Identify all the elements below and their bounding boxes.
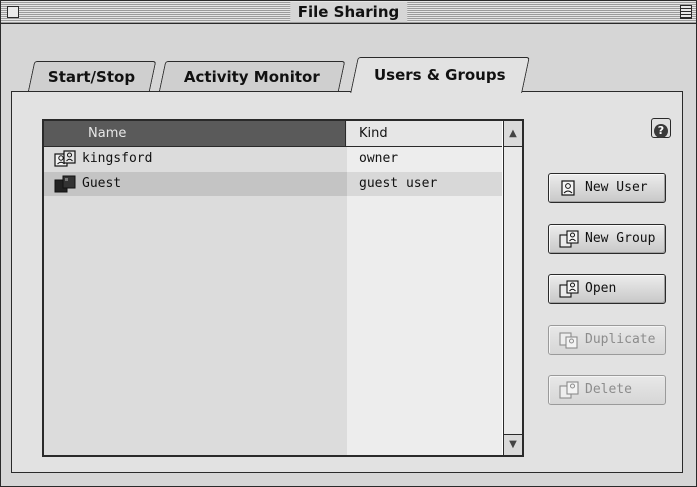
user-name: kingsford xyxy=(82,151,153,166)
new-group-button[interactable]: New Group xyxy=(548,224,666,254)
help-icon: ? xyxy=(654,124,668,138)
help-button[interactable]: ? xyxy=(651,118,671,138)
button-label: Duplicate xyxy=(585,332,656,347)
duplicate-icon xyxy=(559,332,578,349)
new-user-button[interactable]: New User xyxy=(548,173,666,203)
button-label: Delete xyxy=(585,382,632,397)
delete-button[interactable]: Delete xyxy=(548,375,666,405)
column-header-name[interactable]: Name xyxy=(44,121,346,146)
delete-icon xyxy=(559,381,579,399)
scroll-up-arrow-icon[interactable]: ▲ xyxy=(504,121,522,147)
tab-start-stop[interactable]: Start/Stop xyxy=(27,61,157,92)
open-icon xyxy=(559,280,579,298)
file-sharing-window: File Sharing Start/Stop Activity Monitor… xyxy=(0,0,697,487)
kind-cell: guest user xyxy=(347,172,502,196)
new-group-icon xyxy=(559,230,579,248)
duplicate-button[interactable]: Duplicate xyxy=(548,325,666,355)
button-label: Open xyxy=(585,281,617,296)
tab-label: Start/Stop xyxy=(48,68,136,86)
list-row-guest[interactable]: Guest guest user xyxy=(44,172,502,196)
tab-label: Activity Monitor xyxy=(183,68,320,86)
users-groups-panel: Name Kind kingsford owner Guest guest us… xyxy=(11,91,683,473)
tab-users-groups[interactable]: Users & Groups xyxy=(350,57,530,93)
users-list[interactable]: Name Kind kingsford owner Guest guest us… xyxy=(42,119,524,457)
list-header: Name Kind xyxy=(44,121,502,147)
window-title: File Sharing xyxy=(289,2,408,22)
new-user-icon xyxy=(561,180,575,196)
column-header-kind[interactable]: Kind xyxy=(347,121,502,146)
scroll-down-arrow-icon[interactable]: ▼ xyxy=(504,434,522,455)
button-label: New Group xyxy=(585,231,656,246)
guest-user-icon xyxy=(54,175,76,193)
close-box[interactable] xyxy=(7,6,19,18)
user-name: Guest xyxy=(82,176,122,191)
vertical-scrollbar[interactable]: ▲ ▼ xyxy=(503,121,522,455)
tab-activity-monitor[interactable]: Activity Monitor xyxy=(158,61,346,92)
title-bar[interactable]: File Sharing xyxy=(1,1,696,24)
open-button[interactable]: Open xyxy=(548,274,666,304)
collapse-box[interactable] xyxy=(680,5,692,19)
name-cell: kingsford xyxy=(44,147,347,171)
name-cell: Guest xyxy=(44,172,347,196)
kind-cell: owner xyxy=(359,151,399,166)
list-row-kingsford[interactable]: kingsford owner xyxy=(44,147,502,171)
owner-user-icon xyxy=(54,150,76,167)
tab-label: Users & Groups xyxy=(374,66,506,84)
button-label: New User xyxy=(585,180,648,195)
